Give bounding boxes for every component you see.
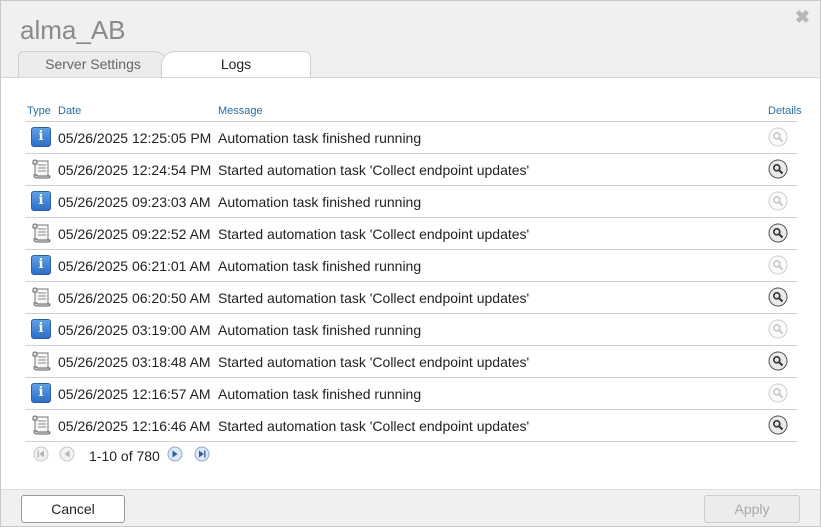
magnifier-icon xyxy=(768,191,788,211)
message-cell: Automation task finished running xyxy=(218,130,422,146)
table-row[interactable]: i 05/26/2025 03:19:00 AM Automation task… xyxy=(25,314,797,346)
details-cell[interactable] xyxy=(768,191,788,211)
details-cell[interactable] xyxy=(768,287,788,307)
table-row[interactable]: 05/26/2025 12:24:54 PM Started automatio… xyxy=(25,154,797,186)
type-cell xyxy=(31,351,51,371)
details-cell[interactable] xyxy=(768,319,788,339)
dialog-header: alma_AB ✖ Server Settings Logs xyxy=(1,1,820,78)
magnifier-icon xyxy=(768,415,788,435)
info-icon: i xyxy=(31,191,51,211)
column-header-type[interactable]: Type xyxy=(27,105,51,117)
date-cell: 05/26/2025 03:18:48 AM xyxy=(58,354,211,370)
logs-table: Type Date Message Details i 05/26/2025 1… xyxy=(25,101,802,442)
close-icon[interactable]: ✖ xyxy=(795,7,810,28)
column-header-date[interactable]: Date xyxy=(58,105,81,117)
details-cell[interactable] xyxy=(768,255,788,275)
date-cell: 05/26/2025 09:22:52 AM xyxy=(58,226,211,242)
log-scroll-icon xyxy=(32,223,51,243)
table-row[interactable]: i 05/26/2025 06:21:01 AM Automation task… xyxy=(25,250,797,282)
log-scroll-icon xyxy=(32,351,51,371)
magnifier-icon xyxy=(768,383,788,403)
magnifier-icon xyxy=(768,223,788,243)
magnifier-icon xyxy=(768,351,788,371)
info-icon: i xyxy=(31,383,51,403)
type-cell: i xyxy=(31,127,51,147)
log-scroll-icon xyxy=(32,415,51,435)
magnifier-icon xyxy=(768,255,788,275)
dialog: alma_AB ✖ Server Settings Logs Type Date… xyxy=(0,0,821,527)
table-row[interactable]: 05/26/2025 06:20:50 AM Started automatio… xyxy=(25,282,797,314)
table-row[interactable]: 05/26/2025 03:18:48 AM Started automatio… xyxy=(25,346,797,378)
details-cell[interactable] xyxy=(768,383,788,403)
magnifier-icon xyxy=(768,287,788,307)
type-cell: i xyxy=(31,319,51,339)
type-cell xyxy=(31,159,51,179)
tab-divider xyxy=(1,77,820,78)
table-row[interactable]: i 05/26/2025 12:16:57 AM Automation task… xyxy=(25,378,797,410)
table-row[interactable]: i 05/26/2025 12:25:05 PM Automation task… xyxy=(25,122,797,154)
details-cell[interactable] xyxy=(768,351,788,371)
message-cell: Automation task finished running xyxy=(218,386,422,402)
date-cell: 05/26/2025 12:16:46 AM xyxy=(58,418,211,434)
type-cell xyxy=(31,223,51,243)
type-cell xyxy=(31,287,51,307)
details-cell[interactable] xyxy=(768,223,788,243)
pagination: 1-10 of 780 xyxy=(29,445,329,465)
date-cell: 05/26/2025 09:23:03 AM xyxy=(58,194,211,210)
table-row[interactable]: 05/26/2025 12:16:46 AM Started automatio… xyxy=(25,410,797,442)
tab-logs[interactable]: Logs xyxy=(161,51,311,78)
last-page-icon[interactable] xyxy=(194,446,210,462)
next-page-icon[interactable] xyxy=(167,446,183,462)
date-cell: 05/26/2025 03:19:00 AM xyxy=(58,322,211,338)
first-page-icon[interactable] xyxy=(33,446,49,462)
info-icon: i xyxy=(31,319,51,339)
apply-button[interactable]: Apply xyxy=(704,495,800,523)
magnifier-icon xyxy=(768,159,788,179)
cancel-button[interactable]: Cancel xyxy=(21,495,125,523)
type-cell: i xyxy=(31,383,51,403)
message-cell: Automation task finished running xyxy=(218,194,422,210)
page-range-text: 1-10 of 780 xyxy=(89,448,160,464)
date-cell: 05/26/2025 12:24:54 PM xyxy=(58,162,212,178)
magnifier-icon xyxy=(768,319,788,339)
magnifier-icon xyxy=(768,127,788,147)
date-cell: 05/26/2025 06:21:01 AM xyxy=(58,258,211,274)
log-scroll-icon xyxy=(32,159,51,179)
message-cell: Started automation task 'Collect endpoin… xyxy=(218,354,530,370)
message-cell: Started automation task 'Collect endpoin… xyxy=(218,226,530,242)
details-cell[interactable] xyxy=(768,159,788,179)
dialog-title: alma_AB xyxy=(20,15,126,45)
column-header-message[interactable]: Message xyxy=(218,105,263,117)
previous-page-icon[interactable] xyxy=(59,446,75,462)
table-row[interactable]: 05/26/2025 09:22:52 AM Started automatio… xyxy=(25,218,797,250)
dialog-footer: Cancel Apply xyxy=(1,489,820,526)
log-scroll-icon xyxy=(32,287,51,307)
info-icon: i xyxy=(31,255,51,275)
details-cell[interactable] xyxy=(768,127,788,147)
date-cell: 05/26/2025 12:25:05 PM xyxy=(58,130,212,146)
message-cell: Started automation task 'Collect endpoin… xyxy=(218,162,530,178)
table-header: Type Date Message Details xyxy=(25,101,802,122)
message-cell: Automation task finished running xyxy=(218,258,422,274)
tab-server-settings[interactable]: Server Settings xyxy=(18,51,168,77)
info-icon: i xyxy=(31,127,51,147)
date-cell: 05/26/2025 06:20:50 AM xyxy=(58,290,211,306)
type-cell: i xyxy=(31,191,51,211)
column-header-details[interactable]: Details xyxy=(768,105,802,117)
table-row[interactable]: i 05/26/2025 09:23:03 AM Automation task… xyxy=(25,186,797,218)
details-cell[interactable] xyxy=(768,415,788,435)
date-cell: 05/26/2025 12:16:57 AM xyxy=(58,386,211,402)
type-cell: i xyxy=(31,255,51,275)
message-cell: Automation task finished running xyxy=(218,322,422,338)
table-body: i 05/26/2025 12:25:05 PM Automation task… xyxy=(25,122,797,442)
message-cell: Started automation task 'Collect endpoin… xyxy=(218,290,530,306)
type-cell xyxy=(31,415,51,435)
message-cell: Started automation task 'Collect endpoin… xyxy=(218,418,530,434)
